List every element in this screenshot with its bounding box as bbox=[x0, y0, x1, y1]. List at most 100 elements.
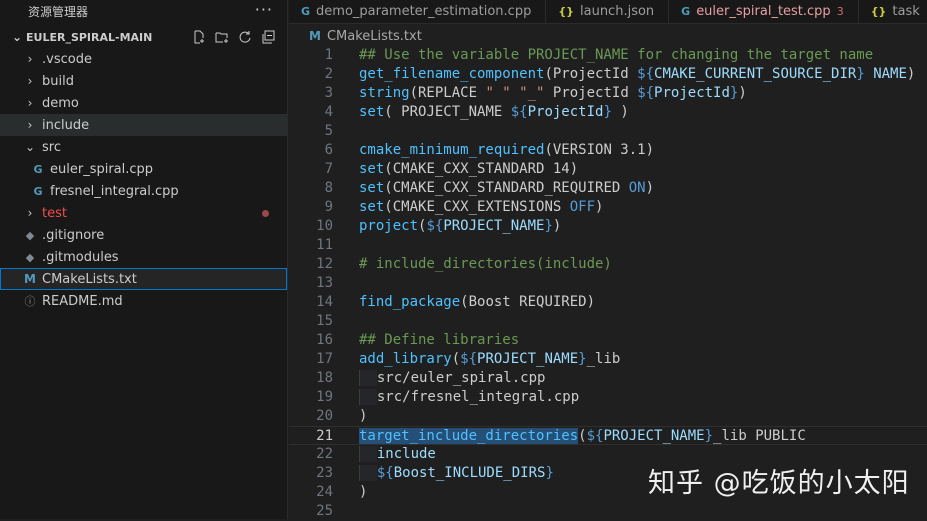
tree-folder-src[interactable]: ⌄ src bbox=[0, 136, 287, 158]
code-text: find_package(Boost REQUIRED) bbox=[359, 294, 596, 310]
tab-demo-parameter-estimation[interactable]: G demo_parameter_estimation.cpp bbox=[289, 0, 547, 23]
line-number: 10 bbox=[316, 218, 333, 234]
explorer-actions bbox=[192, 30, 287, 44]
tree-label: .vscode bbox=[42, 51, 92, 67]
line-number: 7 bbox=[324, 161, 333, 177]
breadcrumb-file: CMakeLists.txt bbox=[326, 28, 422, 44]
code-text: ## Define libraries bbox=[359, 332, 520, 348]
code-line: 15 bbox=[289, 312, 927, 331]
collapse-all-icon[interactable] bbox=[261, 30, 275, 44]
line-number: 24 bbox=[316, 484, 333, 500]
code-line: 25 bbox=[289, 502, 927, 521]
line-number: 9 bbox=[324, 199, 333, 215]
editor-tabs: G demo_parameter_estimation.cpp {} launc… bbox=[289, 0, 927, 24]
line-number: 16 bbox=[316, 332, 333, 348]
tab-label: euler_spiral_test.cpp bbox=[696, 4, 831, 19]
code-text: add_library(${PROJECT_NAME}_lib bbox=[359, 351, 621, 367]
code-text: set(CMAKE_CXX_EXTENSIONS OFF) bbox=[359, 199, 604, 215]
json-file-icon: {} bbox=[870, 5, 887, 18]
line-number: 23 bbox=[316, 465, 333, 481]
tab-label: demo_parameter_estimation.cpp bbox=[316, 4, 532, 19]
code-line: 8 set(CMAKE_CXX_STANDARD_REQUIRED ON) bbox=[289, 179, 927, 198]
tree-label: .gitignore bbox=[42, 227, 105, 243]
code-line: 13 bbox=[289, 274, 927, 293]
git-file-icon: ◆ bbox=[25, 228, 35, 242]
code-line: 1 ## Use the variable PROJECT_NAME for ch… bbox=[289, 46, 927, 65]
problem-count-badge: 3 bbox=[836, 5, 844, 18]
tab-task[interactable]: {} task bbox=[859, 0, 927, 23]
chevron-right-icon: › bbox=[27, 118, 33, 132]
project-folder-row[interactable]: ⌄ EULER_SPIRAL-MAIN bbox=[0, 26, 287, 48]
code-editor[interactable]: 1 ## Use the variable PROJECT_NAME for ch… bbox=[289, 46, 927, 519]
line-number: 14 bbox=[316, 294, 333, 310]
code-line: 12 # include_directories(include) bbox=[289, 255, 927, 274]
code-line: 18 src/euler_spiral.cpp bbox=[289, 369, 927, 388]
code-line: 6 cmake_minimum_required(VERSION 3.1) bbox=[289, 141, 927, 160]
chevron-right-icon: › bbox=[27, 74, 33, 88]
tree-folder-test[interactable]: › test bbox=[0, 202, 287, 224]
code-text: # include_directories(include) bbox=[359, 256, 612, 272]
chevron-right-icon: › bbox=[27, 52, 33, 66]
explorer-title: 资源管理器 bbox=[28, 4, 89, 19]
tab-euler-spiral-test[interactable]: G euler_spiral_test.cpp 3 bbox=[669, 0, 859, 23]
code-line: 4 set( PROJECT_NAME ${ProjectId} ) bbox=[289, 103, 927, 122]
explorer-header: 资源管理器 ··· bbox=[0, 0, 287, 22]
tree-label: README.md bbox=[42, 293, 123, 309]
code-text: get_filename_component(ProjectId ${CMAKE… bbox=[359, 66, 916, 82]
code-line: 5 bbox=[289, 122, 927, 141]
modified-dot-icon bbox=[262, 209, 269, 217]
tree-label: test bbox=[42, 205, 67, 221]
line-number: 18 bbox=[316, 370, 333, 386]
tree-file-euler-spiral[interactable]: G euler_spiral.cpp bbox=[0, 158, 287, 180]
line-number: 12 bbox=[316, 256, 333, 272]
chevron-right-icon: › bbox=[27, 96, 33, 110]
code-text: src/fresnel_integral.cpp bbox=[359, 388, 579, 407]
line-number: 21 bbox=[316, 428, 333, 444]
tab-launch-json[interactable]: {} launch.json bbox=[546, 0, 670, 23]
tree-file-readme[interactable]: ⓘ README.md bbox=[0, 290, 287, 312]
tree-file-fresnel-integral[interactable]: G fresnel_integral.cpp bbox=[0, 180, 287, 202]
code-line: 3 string(REPLACE " " "_" ProjectId ${Proj… bbox=[289, 84, 927, 103]
refresh-icon[interactable] bbox=[238, 30, 252, 44]
code-text: set(CMAKE_CXX_STANDARD_REQUIRED ON) bbox=[359, 180, 655, 196]
new-folder-icon[interactable] bbox=[215, 30, 229, 44]
code-line: 20) bbox=[289, 407, 927, 426]
code-line-current: 21 target_include_directories(${PROJECT_N… bbox=[289, 426, 927, 445]
line-number: 22 bbox=[316, 446, 333, 462]
tree-label: CMakeLists.txt bbox=[42, 271, 137, 287]
more-actions-icon[interactable]: ··· bbox=[255, 0, 273, 19]
line-number: 8 bbox=[324, 180, 333, 196]
code-text: set(CMAKE_CXX_STANDARD 14) bbox=[359, 161, 579, 177]
chevron-right-icon: › bbox=[27, 206, 33, 220]
breadcrumb[interactable]: M CMakeLists.txt bbox=[289, 25, 927, 47]
line-number: 19 bbox=[316, 389, 333, 405]
code-line: 17 add_library(${PROJECT_NAME}_lib bbox=[289, 350, 927, 369]
new-file-icon[interactable] bbox=[192, 30, 206, 44]
tree-folder-build[interactable]: › build bbox=[0, 70, 287, 92]
line-number: 25 bbox=[316, 503, 333, 519]
cmake-file-icon: M bbox=[309, 29, 321, 43]
tree-folder-include[interactable]: › include bbox=[0, 114, 287, 136]
tree-file-gitignore[interactable]: ◆ .gitignore bbox=[0, 224, 287, 246]
line-number: 2 bbox=[324, 66, 333, 82]
tree-file-cmakelists[interactable]: M CMakeLists.txt bbox=[0, 268, 287, 290]
line-number: 17 bbox=[316, 351, 333, 367]
json-file-icon: {} bbox=[558, 5, 574, 18]
code-text: ) bbox=[359, 408, 368, 424]
line-number: 11 bbox=[316, 237, 333, 253]
tree-folder-demo[interactable]: › demo bbox=[0, 92, 287, 114]
code-line: 11 bbox=[289, 236, 927, 255]
cpp-file-icon: G bbox=[33, 162, 43, 176]
code-line: 10 project(${PROJECT_NAME}) bbox=[289, 217, 927, 236]
code-line: 2 get_filename_component(ProjectId ${CMAK… bbox=[289, 65, 927, 84]
line-number: 20 bbox=[316, 408, 333, 424]
line-number: 3 bbox=[324, 85, 333, 101]
info-icon: ⓘ bbox=[24, 295, 36, 308]
tree-label: src bbox=[42, 139, 61, 155]
line-number: 5 bbox=[324, 123, 333, 139]
line-number: 15 bbox=[316, 313, 333, 329]
git-file-icon: ◆ bbox=[25, 250, 35, 264]
code-text: cmake_minimum_required(VERSION 3.1) bbox=[359, 142, 655, 158]
tree-folder-vscode[interactable]: › .vscode bbox=[0, 48, 287, 70]
tree-file-gitmodules[interactable]: ◆ .gitmodules bbox=[0, 246, 287, 268]
